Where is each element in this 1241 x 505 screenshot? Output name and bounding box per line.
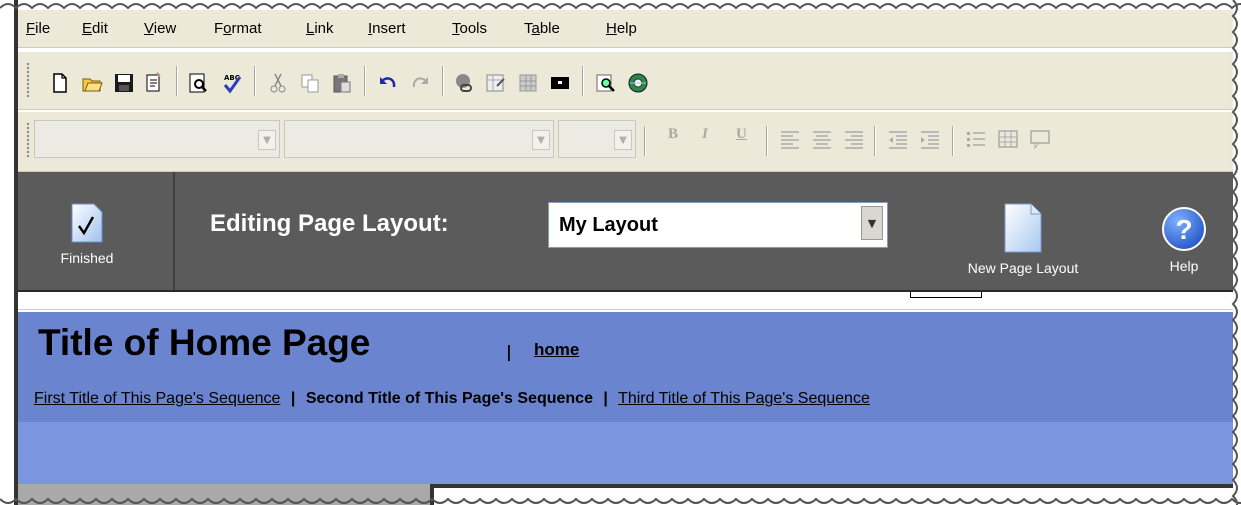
menu-table[interactable]: Table	[524, 20, 560, 37]
editor-window: File Edit View Format Link Insert Tools …	[0, 0, 1241, 505]
standard-toolbar: ABC	[18, 52, 1233, 110]
sequence-nav: First Title of This Page's Sequence | Se…	[34, 390, 870, 408]
formatting-toolbar: ▼ ▼ ▼ B I U	[18, 112, 1233, 172]
sequence-link-first[interactable]: First Title of This Page's Sequence	[34, 390, 280, 407]
table-icon[interactable]	[996, 128, 1020, 150]
chevron-down-icon: ▼	[532, 130, 550, 150]
sequence-link-third[interactable]: Third Title of This Page's Sequence	[618, 390, 870, 407]
bold-button[interactable]: B	[668, 126, 678, 143]
align-right-icon[interactable]	[842, 128, 866, 150]
sequence-separator: |	[603, 390, 608, 407]
menu-link[interactable]: Link	[306, 20, 334, 37]
menu-file[interactable]: File	[26, 20, 50, 37]
print-preview-icon[interactable]	[186, 72, 210, 94]
publish-icon[interactable]	[626, 72, 650, 94]
menu-insert[interactable]: Insert	[368, 20, 406, 37]
spell-check-icon[interactable]: ABC	[220, 72, 244, 94]
menu-format[interactable]: Format	[214, 20, 262, 37]
chevron-down-icon: ▼	[258, 130, 276, 150]
style-select[interactable]: ▼	[34, 120, 280, 158]
divider	[173, 172, 175, 290]
question-mark-icon: ?	[1162, 207, 1206, 251]
copy-icon[interactable]	[298, 72, 322, 94]
selection-marker	[910, 292, 982, 298]
toolbar-grip[interactable]	[26, 62, 30, 98]
layout-editing-bar: Finished Editing Page Layout: My Layout …	[18, 172, 1233, 290]
bullet-list-icon[interactable]	[964, 128, 988, 150]
new-document-icon	[1004, 203, 1042, 253]
menu-tools[interactable]: Tools	[452, 20, 487, 37]
preview-icon[interactable]	[594, 72, 618, 94]
home-link[interactable]: home	[534, 340, 579, 360]
menu-help[interactable]: Help	[606, 20, 637, 37]
sequence-current-item: Second Title of This Page's Sequence	[305, 390, 593, 407]
align-left-icon[interactable]	[778, 128, 802, 150]
insert-image-icon[interactable]	[484, 72, 508, 94]
layout-top-strip	[18, 290, 1233, 310]
italic-button[interactable]: I	[702, 126, 708, 143]
page-title: Title of Home Page	[38, 322, 371, 363]
finished-button[interactable]: Finished	[42, 202, 132, 266]
content-area	[430, 484, 1233, 505]
new-page-layout-button[interactable]: New Page Layout	[938, 202, 1108, 276]
menu-edit[interactable]: Edit	[82, 20, 108, 37]
help-button[interactable]: ? Help	[1154, 206, 1214, 274]
page-layout-select[interactable]: My Layout ▼	[548, 202, 888, 248]
menu-view[interactable]: View	[144, 20, 176, 37]
insert-object-icon[interactable]	[548, 72, 572, 94]
paste-icon[interactable]	[330, 72, 354, 94]
comment-icon[interactable]	[1028, 128, 1052, 150]
align-center-icon[interactable]	[810, 128, 834, 150]
chevron-down-icon[interactable]: ▼	[861, 206, 883, 240]
chevron-down-icon: ▼	[614, 130, 632, 150]
paste-special-icon[interactable]	[142, 72, 166, 94]
title-separator: |	[506, 342, 512, 361]
sequence-separator: |	[290, 390, 296, 407]
checked-document-icon	[71, 203, 103, 243]
insert-table-image-icon[interactable]	[516, 72, 540, 94]
outdent-icon[interactable]	[886, 128, 910, 150]
help-label: Help	[1169, 258, 1199, 274]
cut-icon[interactable]	[266, 72, 290, 94]
svg-text:?: ?	[1175, 214, 1192, 245]
finished-label: Finished	[60, 250, 114, 266]
redo-icon[interactable]	[408, 72, 432, 94]
left-column	[18, 484, 430, 505]
page-layout-value: My Layout	[559, 214, 658, 236]
new-page-layout-label: New Page Layout	[967, 260, 1079, 276]
insert-link-icon[interactable]	[452, 72, 476, 94]
toolbar-grip[interactable]	[26, 122, 30, 158]
menu-bar: File Edit View Format Link Insert Tools …	[18, 10, 1233, 48]
underline-button[interactable]: U	[736, 126, 747, 143]
font-size-select[interactable]: ▼	[558, 120, 636, 158]
save-icon[interactable]	[112, 72, 136, 94]
header-subband	[18, 422, 1233, 484]
new-document-icon[interactable]	[48, 72, 72, 94]
indent-icon[interactable]	[918, 128, 942, 150]
open-folder-icon[interactable]	[80, 72, 104, 94]
editing-layout-caption: Editing Page Layout:	[210, 210, 449, 237]
font-select[interactable]: ▼	[284, 120, 554, 158]
undo-icon[interactable]	[376, 72, 400, 94]
site-header: Title of Home Page | home First Title of…	[18, 312, 1233, 422]
